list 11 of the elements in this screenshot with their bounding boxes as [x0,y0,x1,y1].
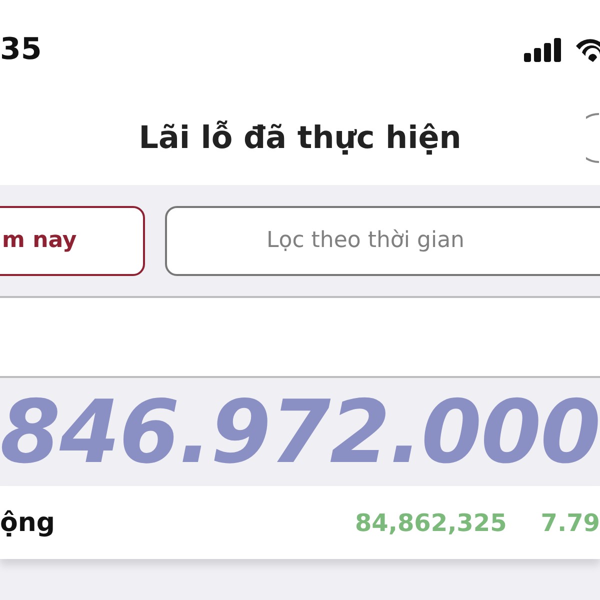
signal-icon [524,38,562,62]
total-amount: 846.972.000 [0,381,600,483]
page-title: Lãi lỗ đã thực hiện [138,120,462,156]
wifi-icon [576,38,600,62]
status-time: 35 [0,34,42,66]
period-tab[interactable]: m nay [0,206,145,276]
round-button-icon[interactable] [586,112,600,164]
row-percent: 7.79 [540,508,600,536]
time-filter-button[interactable]: Lọc theo thời gian [165,206,600,276]
row-amount: 84,862,325 [354,508,507,536]
row-label: ộng [0,508,55,538]
